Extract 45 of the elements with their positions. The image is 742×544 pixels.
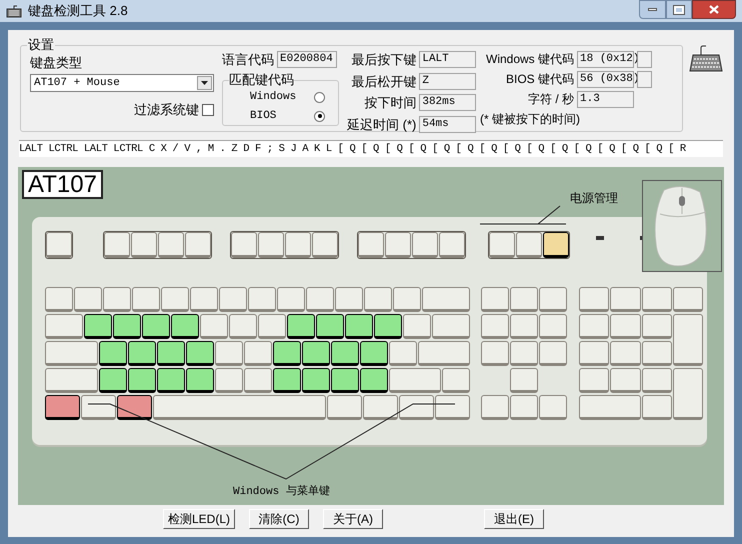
delay-note: (* 键被按下的时间) <box>480 111 581 128</box>
filter-checkbox[interactable] <box>202 104 214 116</box>
code-field: 1.3 <box>577 90 634 108</box>
radio-button[interactable] <box>314 110 325 122</box>
window-title: 键盘检测工具 2.8 <box>28 2 128 20</box>
blank-box <box>637 50 652 68</box>
model-label: AT107 <box>22 170 103 199</box>
maximize-button[interactable] <box>666 0 692 19</box>
code-field: 18 (0x12) <box>577 50 634 68</box>
radio-label: BIOS <box>250 108 276 124</box>
windows-label: Windows 与菜单键 <box>233 484 330 500</box>
keyboard-icon <box>689 43 723 73</box>
keyboard-type-label: 键盘类型 <box>30 55 83 71</box>
dialog-button[interactable]: 退出(E) <box>484 509 544 529</box>
radio-label: Windows <box>250 90 296 105</box>
readout-label: 延迟时间 (*) <box>347 116 416 134</box>
code-label: Windows 键代码 <box>486 51 574 68</box>
dialog-button[interactable]: 检测LED(L) <box>163 509 235 529</box>
readout-field: 382ms <box>419 94 476 112</box>
dialog-button[interactable]: 关于(A) <box>323 509 383 529</box>
code-label: BIOS 键代码 <box>505 71 574 88</box>
close-button[interactable] <box>692 0 736 19</box>
group-title: 匹配键代码 <box>229 72 294 88</box>
dialog-button[interactable]: 清除(C) <box>249 509 309 529</box>
minimize-button[interactable] <box>639 0 666 19</box>
keyboard-type-dropdown[interactable]: AT107 + Mouse <box>30 74 214 92</box>
close-icon <box>709 5 719 14</box>
keyboard-icon <box>6 4 22 18</box>
blank-box <box>637 70 652 88</box>
code-field: 56 (0x38) <box>577 70 634 88</box>
indicator-light <box>596 236 604 240</box>
group-title: 设置 <box>27 37 55 53</box>
readout-field: Z <box>419 72 476 90</box>
readout-field: LALT <box>419 51 476 68</box>
language-code-field: E0200804 <box>277 51 337 68</box>
filter-label: 过滤系统键 <box>134 101 199 119</box>
readout-field: 54ms <box>419 116 476 133</box>
radio-button[interactable] <box>314 92 325 102</box>
readout-label: 按下时间 <box>363 94 416 112</box>
key-log-field: LALT LCTRL LALT LCTRL C X / V , M . Z D F ; S J A K L [ Q [ Q [ Q [ Q [ Q [ Q [ Q [ Q [ Q [ Q [ Q [ Q [ Q [ Q [ R <box>19 140 723 157</box>
language-code-label: 语言代码 <box>222 51 274 69</box>
code-label: 字符 / 秒 <box>527 91 574 108</box>
readout-label: 最后松开键 <box>350 72 416 90</box>
power-label: 电源管理 <box>570 190 618 207</box>
readout-label: 最后按下键 <box>350 51 416 69</box>
